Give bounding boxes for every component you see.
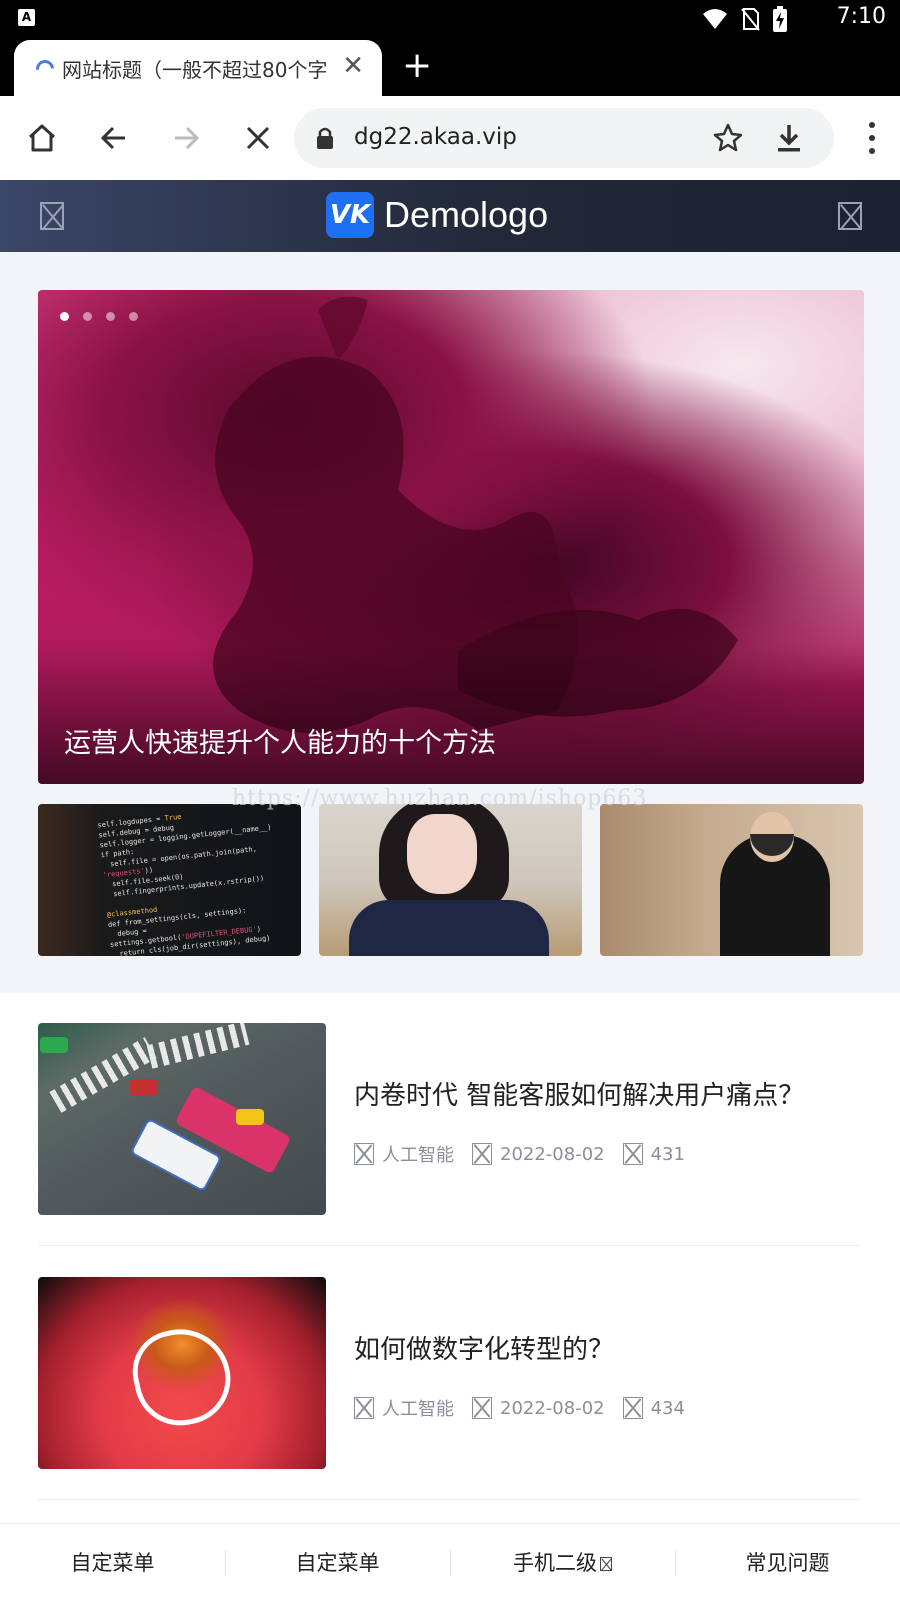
- home-button[interactable]: [20, 116, 64, 160]
- home-icon: [28, 124, 56, 152]
- slide-dot[interactable]: [106, 312, 115, 321]
- article-thumbnail[interactable]: [38, 1277, 326, 1469]
- article-meta: 人工智能 2022-08-02 434: [354, 1395, 703, 1421]
- forward-button[interactable]: [164, 116, 208, 160]
- slide-indicators: [60, 312, 138, 321]
- article-views: 434: [650, 1397, 685, 1419]
- date-icon: [472, 1143, 492, 1165]
- slide-dot[interactable]: [60, 312, 69, 321]
- tab-title: 网站标题（一般不超过80个字: [62, 58, 328, 82]
- site-logo[interactable]: VK Demologo: [326, 192, 548, 238]
- article-views: 431: [650, 1143, 685, 1165]
- status-bar: A 7:10: [0, 0, 900, 36]
- thumbnail-code[interactable]: self.logdupes = True self.debug = debug se…: [38, 804, 301, 956]
- menu-broken-image-icon[interactable]: [40, 202, 64, 230]
- submenu-broken-image-icon: [600, 1557, 612, 1571]
- article-meta: 人工智能 2022-08-02 431: [354, 1141, 703, 1167]
- article-date: 2022-08-02: [500, 1397, 605, 1419]
- article-list: 内卷时代 智能客服如何解决用户痛点？ 人工智能 2022-08-02 431 如…: [0, 993, 900, 1523]
- divider: [38, 1499, 860, 1500]
- clock: 7:10: [836, 4, 886, 29]
- hero-banner[interactable]: 运营人快速提升个人能力的十个方法: [38, 290, 864, 784]
- article-category: 人工智能: [382, 1399, 454, 1420]
- overflow-menu-icon[interactable]: [868, 122, 876, 154]
- slide-dot[interactable]: [129, 312, 138, 321]
- browser-toolbar: dg22.akaa.vip: [0, 96, 900, 180]
- article-title[interactable]: 如何做数字化转型的？: [354, 1329, 614, 1366]
- app-notification-icon: A: [18, 9, 35, 26]
- no-sim-icon: [741, 8, 760, 31]
- logo-text: Demologo: [384, 194, 549, 235]
- bookmark-star-icon[interactable]: [712, 122, 744, 154]
- status-icons: [702, 6, 788, 32]
- divider: [38, 1245, 860, 1246]
- address-bar[interactable]: dg22.akaa.vip: [294, 108, 834, 168]
- views-icon: [622, 1397, 643, 1419]
- list-item[interactable]: 内卷时代 智能客服如何解决用户痛点？ 人工智能 2022-08-02 431: [38, 1023, 860, 1215]
- close-tab-icon[interactable]: ✕: [342, 52, 364, 80]
- site-header: VK Demologo: [0, 180, 900, 252]
- tab-strip: 网站标题（一般不超过80个字 ✕ +: [0, 36, 900, 96]
- slide-dot[interactable]: [83, 312, 92, 321]
- back-button[interactable]: [92, 116, 136, 160]
- watermark-text: https://www.huzhan.com/ishop663: [232, 786, 648, 811]
- close-icon: [246, 126, 270, 150]
- nav-item-mobile-submenu[interactable]: 手机二级: [450, 1524, 675, 1600]
- loading-spinner-icon: [32, 56, 58, 82]
- back-arrow-icon: [100, 126, 125, 150]
- category-icon: [354, 1143, 374, 1165]
- banner-caption[interactable]: 运营人快速提升个人能力的十个方法: [64, 721, 496, 760]
- article-thumbnail[interactable]: [38, 1023, 326, 1215]
- battery-charging-icon: [773, 6, 787, 32]
- nav-item-custom-menu-2[interactable]: 自定菜单: [225, 1524, 450, 1600]
- article-title[interactable]: 内卷时代 智能客服如何解决用户痛点？: [354, 1075, 804, 1112]
- date-icon: [472, 1397, 492, 1419]
- thumbnail-woman-mask[interactable]: [600, 804, 863, 956]
- search-broken-image-icon[interactable]: [838, 202, 862, 230]
- views-icon: [622, 1143, 643, 1165]
- thumbnail-student[interactable]: [319, 804, 582, 956]
- bottom-nav: 自定菜单 自定菜单 手机二级 常见问题: [0, 1523, 900, 1600]
- new-tab-button[interactable]: +: [402, 46, 432, 86]
- browser-tab[interactable]: 网站标题（一般不超过80个字 ✕: [14, 40, 382, 96]
- stop-loading-button[interactable]: [236, 116, 280, 160]
- nav-item-custom-menu-1[interactable]: 自定菜单: [0, 1524, 225, 1600]
- wifi-icon: [703, 9, 727, 29]
- url-text[interactable]: dg22.akaa.vip: [354, 124, 517, 150]
- nav-item-faq[interactable]: 常见问题: [675, 1524, 900, 1600]
- article-category: 人工智能: [382, 1145, 454, 1166]
- list-item[interactable]: 如何做数字化转型的？ 人工智能 2022-08-02 434: [38, 1277, 860, 1469]
- article-date: 2022-08-02: [500, 1143, 605, 1165]
- lock-icon: [317, 127, 333, 149]
- category-icon: [354, 1397, 374, 1419]
- forward-arrow-icon: [175, 126, 200, 150]
- download-icon[interactable]: [774, 122, 804, 154]
- logo-mark: VK: [326, 192, 374, 238]
